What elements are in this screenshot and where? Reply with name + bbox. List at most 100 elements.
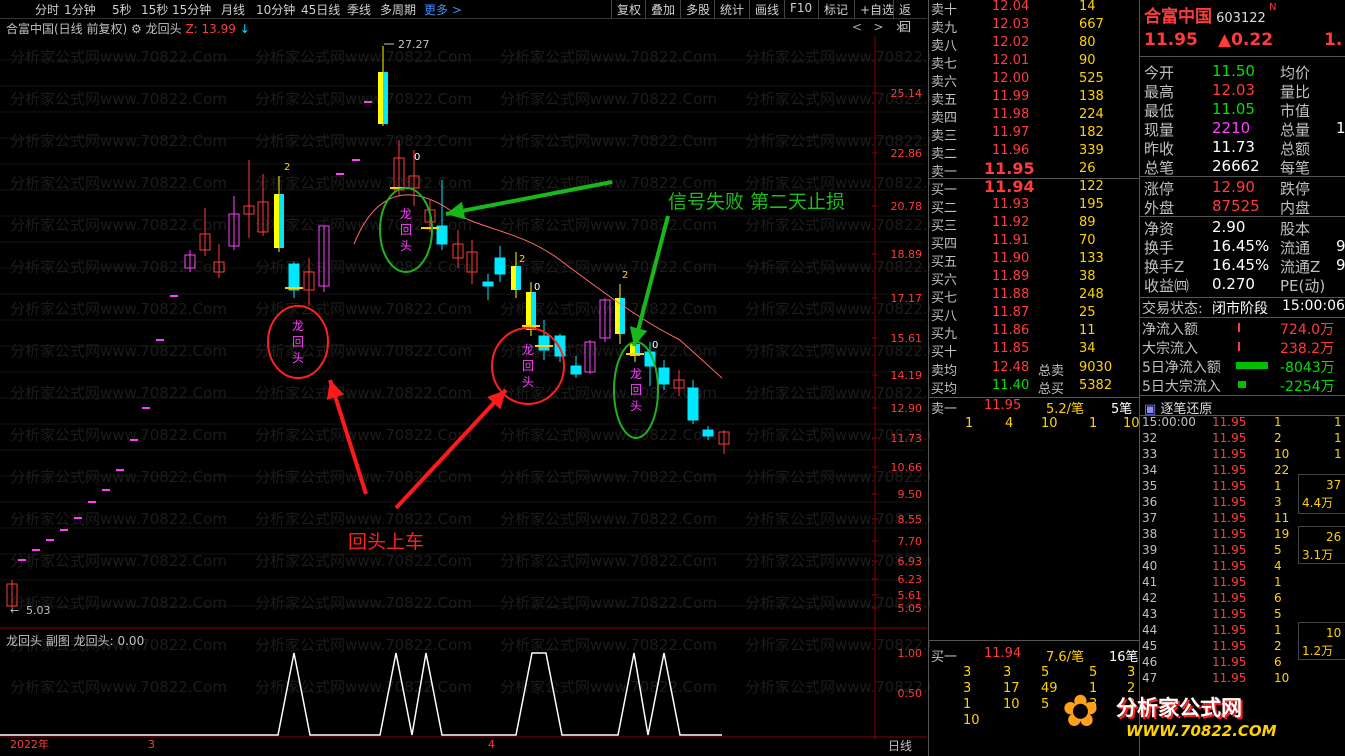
tick-price: 11.95 (1212, 639, 1247, 653)
stat-row: 最低 11.05 市值 (1140, 100, 1345, 120)
flow-bar (1238, 323, 1240, 332)
stat-label: 净资 (1144, 220, 1175, 238)
stat-label: 现量 (1144, 121, 1175, 139)
tick-vol: 22 (1274, 463, 1290, 477)
tick-time: 40 (1142, 559, 1158, 573)
trade-state-row: 交易状态: 闭市阶段 15:00:06 (1140, 297, 1345, 318)
ask-price: 11.95 (984, 159, 1035, 178)
bid-label: 买五 (931, 255, 958, 270)
tick-time: 32 (1142, 431, 1158, 445)
watermark-text: 分析家公式网www.70822.Com (255, 552, 472, 570)
trade-state-label: 交易状态: (1142, 301, 1203, 317)
ask-price: 12.04 (992, 0, 1030, 14)
bid-label: 买十 (931, 345, 958, 360)
bid-price: 11.92 (992, 215, 1030, 230)
bid-label: 买二 (931, 201, 958, 216)
tick-price: 11.95 (1212, 447, 1247, 461)
stock-flag: N (1265, 2, 1277, 13)
bid-price: 11.89 (992, 269, 1030, 284)
bid-price: 11.94 (984, 177, 1035, 196)
ask-label: 卖十 (931, 3, 958, 18)
price-tick: 17.17 (891, 292, 923, 305)
low-price-label: 5.03 (26, 604, 51, 617)
flow-row: 净流入额 724.0万 (1140, 319, 1345, 338)
tick-vol: 2 (1274, 639, 1282, 653)
ask1-item: 1 (1089, 416, 1098, 431)
price-tick: 18.89 (891, 248, 923, 261)
tick-price: 11.95 (1212, 655, 1247, 669)
red-arrow (394, 388, 508, 510)
tick-price: 11.95 (1212, 543, 1247, 557)
stat-value: 26662 (1212, 157, 1260, 175)
tick-row: 32 11.95 2 1 (1140, 431, 1345, 447)
candle-body (511, 266, 516, 290)
ask1-item: 1 (965, 416, 974, 431)
stat-label-2: 均价 (1280, 64, 1311, 82)
tick-time: 39 (1142, 543, 1158, 557)
bid-label: 买一 (931, 183, 958, 198)
stat-value: 12.90 (1212, 178, 1255, 196)
stat-value: 11.05 (1212, 100, 1255, 118)
stat-value-2: 9 (1336, 237, 1345, 255)
tick-price: 11.95 (1212, 495, 1247, 509)
stat-label-2: 内盘 (1280, 199, 1311, 217)
watermark-text: 分析家公式网www.70822.Com (745, 174, 930, 192)
annotation-green: 信号失败 第二天止损 (668, 191, 845, 213)
watermark-text: 分析家公式网www.70822.Com (500, 636, 717, 654)
bid-volume: 25 (1079, 305, 1096, 320)
candle-body (658, 367, 670, 385)
candle-body (531, 292, 536, 330)
ask-row: 卖六 12.00 525 (929, 71, 1139, 90)
stat-value: 11.73 (1212, 138, 1255, 156)
flow-label: 5日大宗流入 (1142, 379, 1221, 395)
watermark-text: 分析家公式网www.70822.Com (500, 48, 717, 66)
price-tick: 8.55 (898, 513, 923, 526)
bid1-item: 5 (1041, 697, 1050, 712)
bid1-item: 10 (1003, 697, 1020, 712)
avg-buy-label: 买均 (931, 382, 958, 397)
tick-extra: 1 (1334, 431, 1342, 445)
bid-price: 11.90 (992, 251, 1030, 266)
stat-row: 最高 12.03 量比 (1140, 81, 1345, 101)
avg-buy-row: 买均 11.40 总买 5382 (929, 378, 1139, 397)
bid-label: 买四 (931, 237, 958, 252)
signal-number: 2 (519, 254, 525, 265)
total-buy-label: 总买 (1038, 382, 1065, 397)
candle-body (538, 335, 550, 351)
stock-name: 合富中国 (1144, 7, 1212, 27)
bid1-price: 11.94 (984, 646, 1022, 661)
price-tick: 5.05 (898, 602, 923, 615)
circle-label: 龙 (292, 319, 304, 333)
bid-price: 11.86 (992, 323, 1030, 338)
signal-number: 0 (652, 340, 658, 351)
tick-row: 47 11.95 10 (1140, 671, 1345, 687)
ask-price: 12.01 (992, 53, 1030, 68)
bid1-item: 3 (963, 665, 972, 680)
candle-body (702, 429, 714, 437)
price-tick: 9.50 (898, 488, 923, 501)
period-label[interactable]: 日线 (888, 737, 912, 754)
stat-value: 11.50 (1212, 62, 1255, 80)
bid-volume: 38 (1079, 269, 1096, 284)
ask-volume: 14 (1079, 0, 1096, 14)
flow-row: 大宗流入 238.2万 (1140, 338, 1345, 357)
tick-row: 41 11.95 1 (1140, 575, 1345, 591)
watermark-text: 分析家公式网www.70822.Com (10, 258, 227, 276)
bid-volume: 195 (1079, 197, 1104, 212)
watermark-text: 分析家公式网www.70822.Com (10, 216, 227, 234)
stat-value: 16.45% (1212, 237, 1270, 255)
bid1-item: 3 (1127, 665, 1136, 680)
stat-value: 0.270 (1212, 275, 1255, 293)
stat-label: 今开 (1144, 64, 1175, 82)
stat-label: 换手Z (1144, 258, 1185, 276)
price-tick: 15.61 (891, 332, 923, 345)
candle-body (687, 387, 699, 421)
watermark-text: 分析家公式网www.70822.Com (255, 426, 472, 444)
ask-volume: 339 (1079, 143, 1104, 158)
candle-body (378, 72, 383, 124)
stat-label: 最低 (1144, 102, 1175, 120)
candle-body (526, 292, 531, 330)
ask-label: 卖八 (931, 39, 958, 54)
flow-value: 238.2万 (1280, 341, 1335, 357)
bid-row: 买三 11.92 89 (929, 215, 1139, 234)
